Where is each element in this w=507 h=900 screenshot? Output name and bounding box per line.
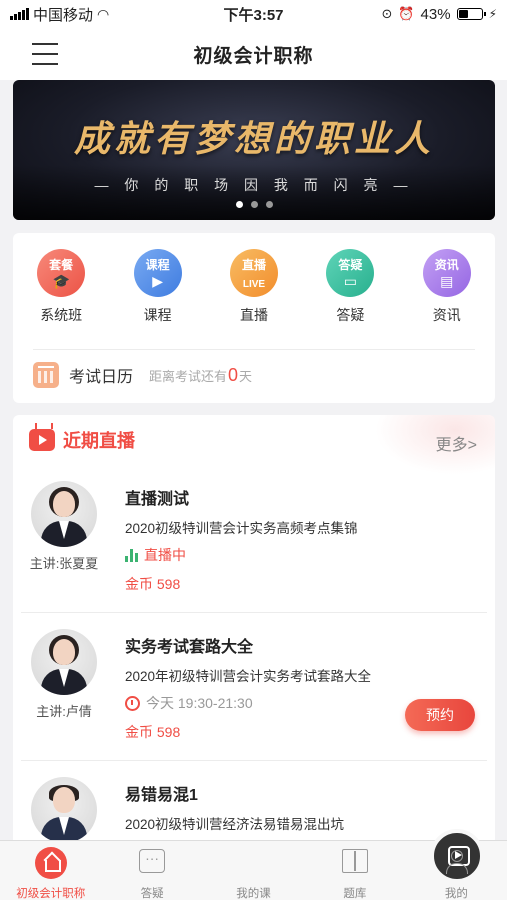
- course-description: 2020年初级特训营会计实务考试套路大全: [125, 669, 372, 684]
- category-label: 资讯: [432, 307, 461, 323]
- course-description: 2020初级特训营会计实务高频考点集锦: [125, 521, 358, 536]
- tab-qa[interactable]: 答疑: [101, 841, 202, 900]
- tv-icon: [29, 429, 55, 451]
- banner-subtitle: — 你 的 职 场 因 我 而 闪 亮 —: [94, 177, 414, 193]
- category-list: 套餐 🎓 系统班 课程 ▶ 课程 直播 LIVE 直播 答疑 ▭ 答疑 资讯 ▤ 资讯: [13, 233, 495, 325]
- home-icon: [34, 847, 67, 879]
- course-price: 金币 598: [125, 576, 181, 592]
- exam-calendar-title: 考试日历: [69, 369, 134, 386]
- user-icon: [443, 849, 469, 874]
- course-description: 2020初级特训营经济法易错易混出坑: [125, 817, 345, 832]
- countdown-unit: 天: [239, 368, 253, 384]
- category-card: 套餐 🎓 系统班 课程 ▶ 课程 直播 LIVE 直播 答疑 ▭ 答疑 资讯 ▤ 资讯 考…: [13, 233, 495, 403]
- news-icon: 资讯 ▤: [422, 249, 471, 297]
- live-section: 近期直播 更多> 主讲:张夏夏 直播测试 2020初级特训营会计实务高频考点集锦…: [13, 415, 495, 845]
- tab-profile[interactable]: 我的: [406, 841, 507, 900]
- category-item[interactable]: 套餐 🎓 系统班: [21, 249, 101, 325]
- status-time: 下午3:57: [223, 6, 284, 24]
- category-item[interactable]: 资讯 ▤ 资讯: [407, 249, 487, 325]
- live-bars-icon: [125, 548, 138, 562]
- tab-label: 我的: [444, 888, 468, 900]
- course-title: 易错易混1: [125, 787, 198, 804]
- banner-pagination: [13, 201, 495, 208]
- course-title: 直播测试: [125, 491, 190, 508]
- banner-dot[interactable]: [265, 201, 273, 208]
- reserve-button[interactable]: 预约: [405, 699, 475, 731]
- chat-bubble-icon: [139, 849, 166, 873]
- category-item[interactable]: 答疑 ▭ 答疑: [310, 249, 390, 325]
- status-bar: 中国移动 ◠ 下午3:57 ⊙ ⏰ 43% ⚡: [0, 0, 507, 28]
- countdown-days: 0: [228, 364, 239, 385]
- tab-label: 题库: [343, 888, 367, 900]
- banner-dot[interactable]: [250, 201, 258, 208]
- more-link[interactable]: 更多>: [436, 431, 477, 455]
- avatar: [31, 777, 97, 843]
- tab-home[interactable]: 初级会计职称: [0, 841, 101, 900]
- graduation-cap-icon: 套餐 🎓: [37, 249, 86, 297]
- tab-bar: 初级会计职称 答疑 我的课 题库 我的: [0, 829, 507, 900]
- live-course-item[interactable]: 主讲:张夏夏 直播测试 2020初级特训营会计实务高频考点集锦 直播中 金币 5…: [13, 465, 495, 613]
- countdown-prefix: 距离考试还有: [149, 368, 228, 384]
- banner-dot[interactable]: [235, 201, 243, 208]
- exam-calendar-row[interactable]: 考试日历 距离考试还有 0 天: [33, 362, 252, 388]
- live-course-item[interactable]: 易错易混1 2020初级特训营经济法易错易混出坑: [13, 761, 495, 845]
- video-icon: 课程 ▶: [133, 249, 182, 297]
- carrier-name: 中国移动: [33, 6, 94, 24]
- tab-label: 答疑: [140, 888, 164, 900]
- category-label: 答疑: [336, 307, 365, 323]
- course-title: 实务考试套路大全: [125, 639, 254, 656]
- divider: [33, 349, 475, 350]
- live-section-header: 近期直播 更多>: [13, 415, 495, 465]
- alarm-clock-icon: [125, 695, 140, 711]
- live-status: 直播中: [125, 545, 186, 565]
- signal-icon: [10, 8, 29, 20]
- live-section-title: 近期直播: [63, 431, 135, 451]
- live-icon: 直播 LIVE: [229, 249, 278, 297]
- wifi-icon: ◠: [97, 5, 110, 22]
- banner-title: 成就有梦想的职业人: [73, 118, 434, 160]
- lecturer-name: 主讲:张夏夏: [29, 556, 99, 571]
- category-label: 系统班: [40, 307, 83, 323]
- category-label: 课程: [143, 307, 172, 323]
- tab-my-courses[interactable]: 我的课: [203, 829, 484, 900]
- alarm-icon: ⏰: [398, 6, 415, 21]
- lecturer-name: 主讲:卢倩: [36, 704, 92, 719]
- calendar-icon: [33, 362, 59, 388]
- chat-icon: 答疑 ▭: [326, 249, 375, 297]
- live-course-item[interactable]: 主讲:卢倩 实务考试套路大全 2020年初级特训营会计实务考试套路大全 今天 1…: [13, 613, 495, 761]
- promo-banner[interactable]: 成就有梦想的职业人 — 你 的 职 场 因 我 而 闪 亮 —: [13, 80, 495, 220]
- status-text: 今天 19:30-21:30: [146, 695, 253, 711]
- tab-label: 我的课: [236, 888, 271, 900]
- charging-icon: ⚡: [488, 7, 497, 21]
- book-icon: [341, 849, 368, 873]
- battery-icon: [456, 8, 486, 20]
- course-price: 金币 598: [125, 724, 181, 740]
- icon-text: 直播: [241, 258, 266, 272]
- status-text: 直播中: [144, 547, 186, 563]
- avatar: [31, 481, 97, 547]
- menu-icon[interactable]: [32, 43, 58, 65]
- tab-label: 初级会计职称: [16, 888, 86, 900]
- avatar: [31, 629, 97, 695]
- battery-percent: 43%: [420, 5, 451, 23]
- tab-question-bank[interactable]: 题库: [304, 841, 405, 900]
- page-title: 初级会计职称: [193, 45, 314, 67]
- orientation-lock-icon: ⊙: [381, 6, 393, 21]
- category-item[interactable]: 直播 LIVE 直播: [214, 249, 294, 325]
- category-item[interactable]: 课程 ▶ 课程: [118, 249, 198, 325]
- nav-bar: 初级会计职称: [0, 28, 507, 80]
- schedule-time: 今天 19:30-21:30: [125, 693, 253, 713]
- category-label: 直播: [239, 307, 268, 323]
